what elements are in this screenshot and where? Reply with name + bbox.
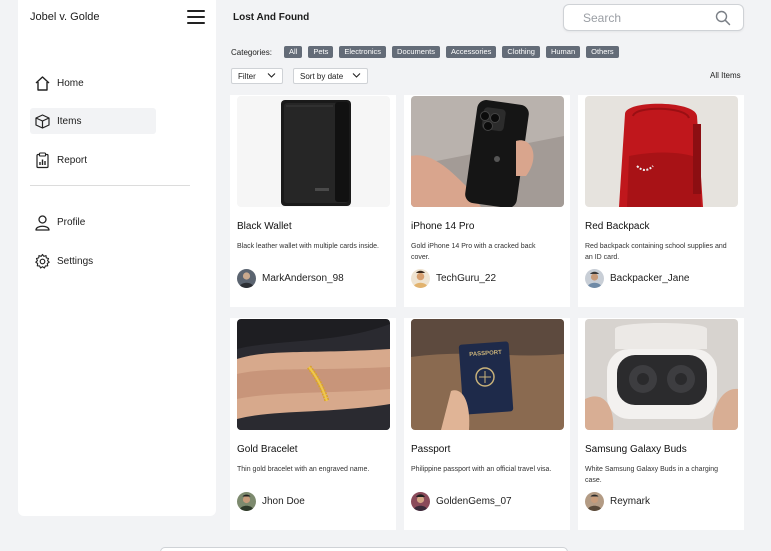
category-chip-others[interactable]: Others [586,46,619,58]
avatar [585,269,604,288]
category-chips: All Pets Electronics Documents Accessori… [284,46,619,58]
item-owner[interactable]: Backpacker_Jane [585,269,690,288]
sidebar-divider [30,185,190,186]
category-chip-all[interactable]: All [284,46,303,58]
item-owner[interactable]: Jhon Doe [237,492,305,511]
avatar [585,492,604,511]
item-title: Passport [411,444,451,455]
search-icon[interactable] [715,10,731,31]
item-description: Black leather wallet with multiple cards… [237,243,380,250]
home-icon [33,74,51,92]
item-photo-galaxy-buds[interactable] [585,319,738,430]
owner-username: Backpacker_Jane [610,273,690,284]
report-icon [33,151,51,169]
owner-username: Jhon Doe [262,496,305,507]
item-photo-backpack[interactable] [585,96,738,207]
bottom-bar [160,547,568,551]
item-photo-wallet[interactable] [237,96,390,207]
item-photo-bracelet[interactable] [237,319,390,430]
item-photo-passport[interactable]: PASSPORT [411,319,564,430]
item-title: Black Wallet [237,221,292,232]
owner-username: MarkAnderson_98 [262,273,344,284]
search-input[interactable] [583,10,703,25]
gear-icon [33,252,51,270]
item-description: White Samsung Galaxy Buds in a charging … [585,466,719,484]
sidebar: Jobel v. Golde Home Items Report Profile… [18,0,216,516]
item-card[interactable]: Red Backpack Red backpack containing sch… [578,95,744,307]
hamburger-menu-icon[interactable] [187,10,205,25]
sidebar-item-label: Items [57,115,82,127]
categories-label: Categories: [231,48,272,57]
sidebar-item-label: Settings [57,255,94,267]
item-description: Thin gold bracelet with an engraved name… [237,466,370,473]
avatar [237,492,256,511]
sidebar-item-label: Report [57,154,88,166]
sidebar-item-profile[interactable]: Profile [30,209,156,235]
category-chip-pets[interactable]: Pets [308,46,334,58]
search-box[interactable] [563,4,744,31]
sidebar-item-home[interactable]: Home [30,70,156,96]
sort-label: Sort by date [300,71,344,81]
item-description: Gold iPhone 14 Pro with a cracked back c… [411,243,536,261]
page-title: Lost And Found [233,12,310,23]
item-owner[interactable]: TechGuru_22 [411,269,496,288]
owner-username: TechGuru_22 [436,273,497,284]
sidebar-item-label: Profile [57,216,86,228]
chevron-down-icon [267,72,276,81]
sort-dropdown[interactable]: Sort by date [293,68,368,84]
user-icon [33,213,51,231]
all-items-link[interactable]: All Items [710,71,741,80]
item-owner[interactable]: GoldenGems_07 [411,492,512,511]
category-chip-clothing[interactable]: Clothing [502,46,540,58]
category-chip-documents[interactable]: Documents [392,46,440,58]
box-icon [33,112,51,130]
brand-name: Jobel v. Golde [30,11,100,23]
item-photo-iphone[interactable] [411,96,564,207]
item-title: Samsung Galaxy Buds [585,444,687,455]
sidebar-item-label: Home [57,77,84,89]
item-title: Red Backpack [585,221,650,232]
category-chip-accessories[interactable]: Accessories [445,46,497,58]
item-card[interactable]: PASSPORT Passport Philippine passport wi… [404,318,570,530]
sidebar-item-settings[interactable]: Settings [30,248,156,274]
owner-username: Reymark [610,496,651,507]
item-card[interactable]: iPhone 14 Pro Gold iPhone 14 Pro with a … [404,95,570,307]
item-title: Gold Bracelet [237,444,298,455]
item-card[interactable]: Black Wallet Black leather wallet with m… [230,95,396,307]
sidebar-item-report[interactable]: Report [30,147,156,173]
item-title: iPhone 14 Pro [411,221,475,232]
chevron-down-icon [352,72,361,81]
item-card[interactable]: Samsung Galaxy Buds White Samsung Galaxy… [578,318,744,530]
filter-label: Filter [238,71,256,81]
item-owner[interactable]: MarkAnderson_98 [237,269,344,288]
item-description: Red backpack containing school supplies … [585,243,727,261]
filter-dropdown[interactable]: Filter [231,68,283,84]
avatar [237,269,256,288]
sidebar-item-items[interactable]: Items [30,108,156,134]
item-card[interactable]: Gold Bracelet Thin gold bracelet with an… [230,318,396,530]
avatar [411,269,430,288]
item-description: Philippine passport with an official tra… [411,466,552,473]
category-chip-human[interactable]: Human [545,46,581,58]
item-owner[interactable]: Reymark [585,492,650,511]
owner-username: GoldenGems_07 [436,496,512,507]
category-chip-electronics[interactable]: Electronics [339,46,387,58]
avatar [411,492,430,511]
